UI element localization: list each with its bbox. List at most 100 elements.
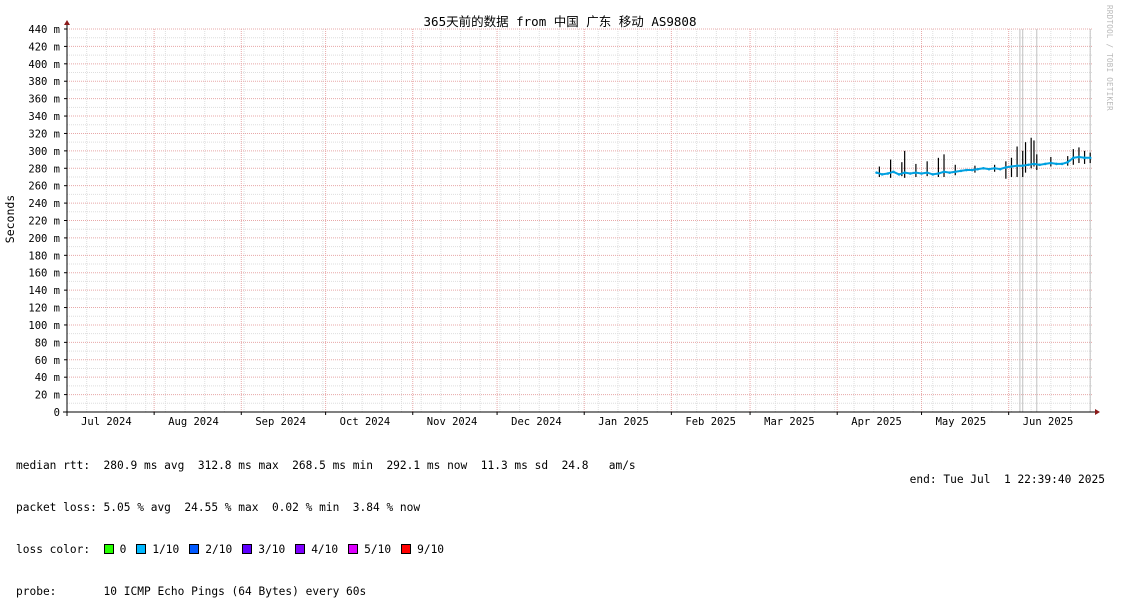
loss-color-item: 1/10 — [136, 543, 179, 557]
median-rtt-point — [892, 170, 895, 174]
median-rtt-stats: median rtt: 280.9 ms avg 312.8 ms max 26… — [16, 459, 636, 472]
y-tick-label: 160 m — [28, 268, 60, 280]
y-tick-label: 280 m — [28, 163, 60, 175]
median-rtt-point — [959, 169, 963, 173]
end-time: end: Tue Jul 1 22:39:40 2025 — [909, 473, 1105, 486]
median-rtt-point — [1060, 162, 1064, 166]
median-rtt-point — [875, 171, 878, 174]
median-rtt-point — [914, 171, 918, 174]
loss-color-text: 3/10 — [258, 543, 286, 556]
y-tick-label: 260 m — [28, 181, 60, 193]
median-rtt-point — [1015, 164, 1019, 167]
loss-color-item: 3/10 — [242, 543, 285, 557]
median-rtt-point — [1077, 155, 1081, 159]
loss-color-text: 4/10 — [311, 543, 339, 556]
x-tick-label: Jun 2025 — [1023, 416, 1074, 428]
x-tick-label: Feb 2025 — [685, 416, 736, 428]
x-tick-label: Dec 2024 — [511, 416, 562, 428]
x-tick-label: Sep 2024 — [255, 416, 306, 428]
chart-title: 365天前的数据 from 中国 广东 移动 AS9808 — [424, 14, 697, 29]
loss-color-item: 4/10 — [295, 543, 338, 557]
loss-color-text: 5/10 — [364, 543, 392, 556]
loss-color-swatch — [136, 544, 147, 554]
x-tick-label: Oct 2024 — [340, 416, 391, 428]
median-rtt-point — [1038, 163, 1041, 167]
loss-color-text: 0 — [119, 543, 127, 556]
y-tick-label: 0 — [54, 407, 60, 419]
y-tick-label: 200 m — [28, 233, 60, 245]
median-rtt-point — [1055, 162, 1058, 166]
median-rtt-point — [998, 167, 1002, 171]
median-rtt-point — [886, 172, 890, 175]
loss-color-swatch — [242, 544, 253, 554]
loss-color-swatch — [295, 544, 306, 554]
stats-legend: median rtt: 280.9 ms avg 312.8 ms max 26… — [16, 431, 636, 613]
y-axis-arrow — [64, 20, 70, 25]
median-rtt-point — [942, 170, 946, 174]
y-tick-label: 240 m — [28, 198, 60, 210]
loss-color-item: 9/10 — [401, 543, 444, 557]
loss-color-legend: loss color: 0 1/10 2/10 3/10 4/10 5/10 9/10 — [16, 543, 636, 557]
y-tick-label: 320 m — [28, 128, 60, 140]
series-layer — [875, 155, 1092, 176]
x-tick-labels: Jul 2024 Aug 2024 Sep 2024 Oct 2024 Nov 2024… — [66, 412, 1074, 428]
loss-color-swatch — [401, 544, 412, 554]
loss-color-label: loss color: — [16, 543, 91, 556]
median-rtt-point — [948, 171, 951, 174]
x-tick-label: May 2025 — [936, 416, 987, 428]
median-rtt-point — [1066, 160, 1070, 164]
y-tick-label: 20 m — [35, 390, 60, 402]
loss-color-text: 2/10 — [205, 543, 233, 556]
median-rtt-point — [976, 167, 980, 171]
median-rtt-point — [880, 173, 884, 176]
y-tick-label: 380 m — [28, 76, 60, 88]
median-rtt-point — [1010, 165, 1013, 168]
loss-color-text: 9/10 — [417, 543, 445, 556]
y-tick-label: 360 m — [28, 94, 60, 106]
loss-color-swatch — [348, 544, 359, 554]
median-rtt-point — [970, 168, 974, 172]
y-axis-label: Seconds — [3, 195, 17, 243]
median-rtt-point — [1049, 161, 1053, 165]
y-tick-label: 140 m — [28, 285, 60, 297]
median-rtt-point — [982, 166, 985, 170]
median-rtt-point — [908, 172, 912, 175]
x-tick-label: Mar 2025 — [764, 416, 815, 428]
y-tick-label: 300 m — [28, 146, 60, 158]
loss-color-item: 2/10 — [189, 543, 232, 557]
packet-loss-stats: packet loss: 5.05 % avg 24.55 % max 0.02… — [16, 501, 421, 514]
loss-color-item: 0 — [103, 543, 127, 557]
median-rtt-point — [993, 166, 996, 170]
y-tick-label: 40 m — [35, 372, 60, 384]
y-tick-label: 440 m — [28, 24, 60, 36]
x-tick-label: Jul 2024 — [81, 416, 132, 428]
median-rtt-point — [987, 167, 991, 171]
major-grid — [67, 28, 1093, 412]
y-tick-label: 400 m — [28, 59, 60, 71]
loss-color-items: 0 1/10 2/10 3/10 4/10 5/10 9/10 — [103, 543, 454, 557]
median-rtt-point — [920, 172, 923, 175]
y-tick-label: 60 m — [35, 355, 60, 367]
probe-info: probe: 10 ICMP Echo Pings (64 Bytes) eve… — [16, 585, 367, 598]
median-rtt-point — [903, 171, 906, 174]
loss-color-item: 5/10 — [348, 543, 391, 557]
median-rtt-point — [1083, 156, 1086, 160]
median-rtt-point — [1072, 156, 1075, 160]
median-rtt-point — [1032, 162, 1036, 166]
y-tick-label: 100 m — [28, 320, 60, 332]
median-rtt-point — [1004, 166, 1008, 169]
x-tick-label: Apr 2025 — [851, 416, 902, 428]
latency-chart: 365天前的数据 from 中国 广东 移动 AS9808 Seconds 0 2… — [3, 14, 1100, 428]
loss-color-swatch — [189, 544, 200, 554]
y-tick-labels: 0 20 m 40 m 60 m 80 m 100 m 120 m 140 m 160 m 180… — [28, 24, 67, 419]
x-tick-label: Jan 2025 — [598, 416, 649, 428]
median-rtt-point — [1027, 163, 1030, 167]
median-rtt-point — [937, 172, 940, 175]
loss-color-text: 1/10 — [152, 543, 180, 556]
loss-color-swatch — [103, 544, 114, 554]
y-tick-label: 420 m — [28, 41, 60, 53]
x-axis-arrow — [1095, 409, 1100, 415]
median-rtt-point — [953, 170, 957, 174]
median-rtt-point — [965, 168, 968, 172]
median-rtt-point — [931, 173, 935, 176]
